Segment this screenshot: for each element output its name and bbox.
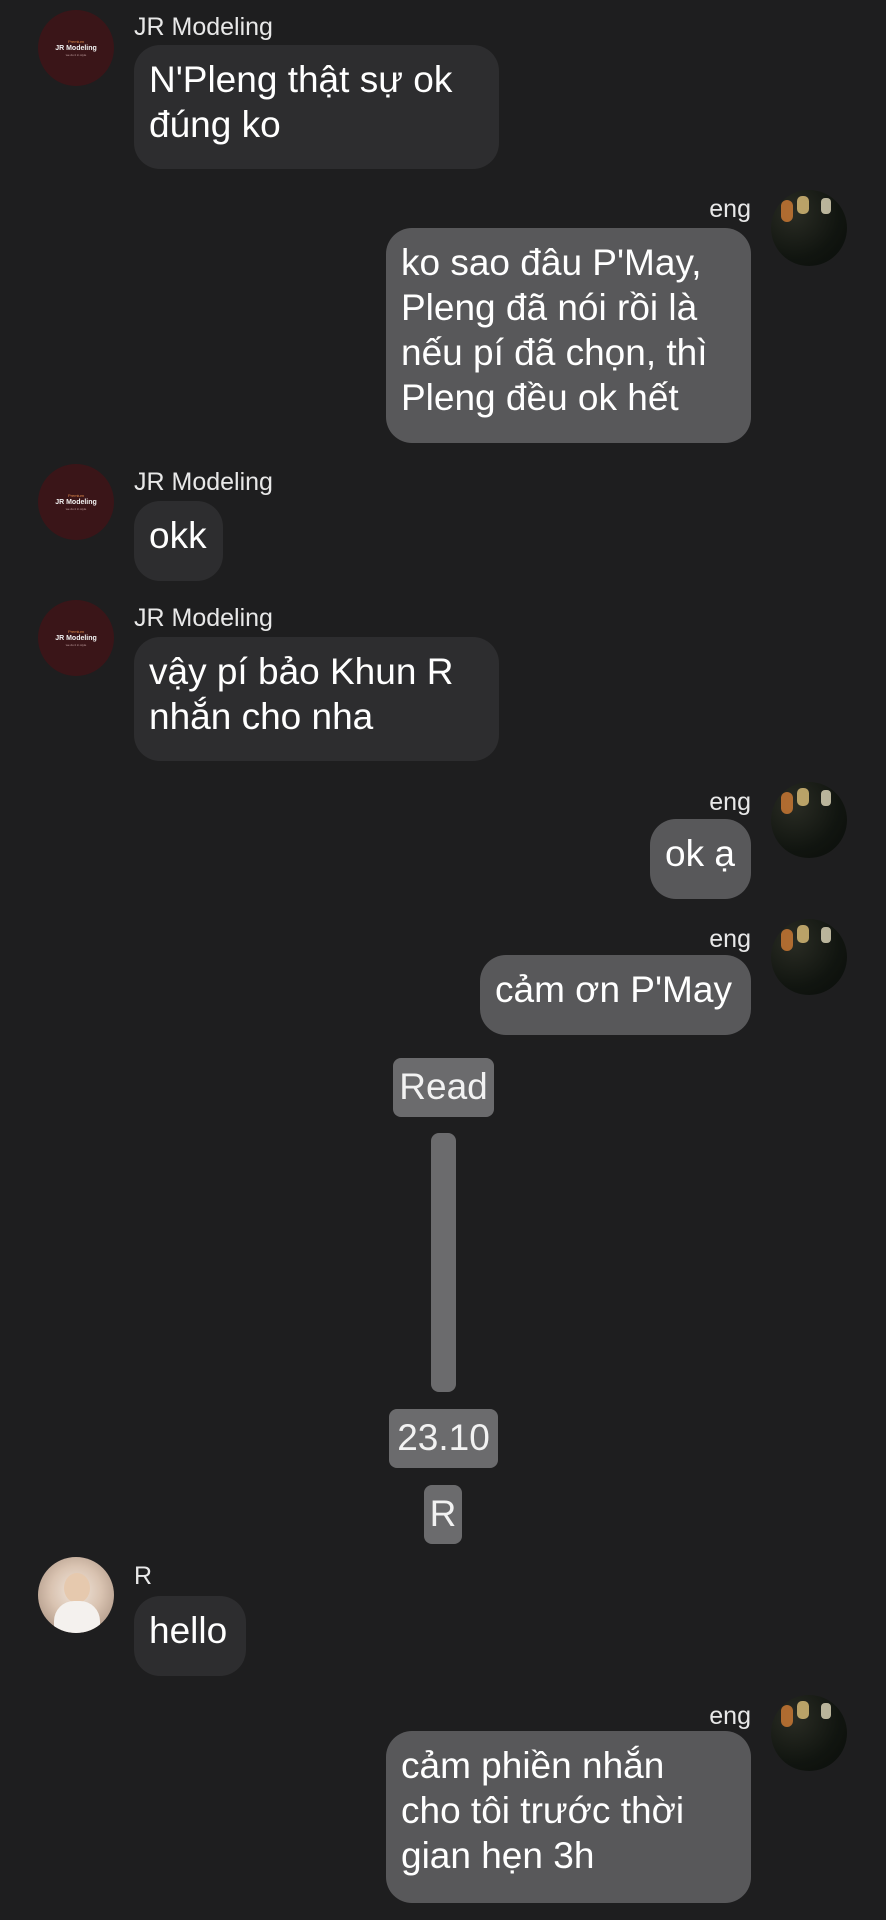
- message-line: Pleng đã nói rồi là: [401, 287, 698, 328]
- name-tag: R: [424, 1485, 462, 1544]
- message-bubble-incoming[interactable]: okk: [134, 501, 223, 581]
- message-line: cảm ơn P'May: [495, 969, 732, 1010]
- r-avatar[interactable]: [38, 1557, 114, 1633]
- avatar-logo-brand: JR Modeling: [55, 634, 97, 642]
- message-line: hello: [149, 1610, 228, 1651]
- read-receipt-bar: [431, 1133, 456, 1392]
- jr-modeling-avatar[interactable]: Premium JR Modeling we do it in style: [38, 10, 114, 86]
- eng-avatar[interactable]: [771, 190, 847, 266]
- message-bubble-outgoing[interactable]: ko sao đâu P'May, Pleng đã nói rồi là nế…: [386, 228, 751, 443]
- message-bubble-incoming[interactable]: vậy pí bảo Khun R nhắn cho nha: [134, 637, 499, 761]
- sender-name: JR Modeling: [134, 468, 273, 496]
- read-receipt-label: Read: [393, 1058, 494, 1117]
- sender-name: eng: [709, 195, 751, 223]
- sender-name: eng: [709, 925, 751, 953]
- message-line: gian hẹn 3h: [401, 1835, 595, 1876]
- sender-name: eng: [709, 1702, 751, 1730]
- message-bubble-outgoing[interactable]: ok ạ: [650, 819, 751, 899]
- sender-name: eng: [709, 788, 751, 816]
- message-line: cảm phiền nhắn: [401, 1745, 665, 1786]
- avatar-logo-subline: we do it in style: [65, 642, 87, 647]
- avatar-logo-brand: JR Modeling: [55, 44, 97, 52]
- jr-modeling-avatar[interactable]: Premium JR Modeling we do it in style: [38, 600, 114, 676]
- avatar-logo-brand: JR Modeling: [55, 498, 97, 506]
- message-bubble-incoming[interactable]: hello: [134, 1596, 246, 1676]
- message-line: nếu pí đã chọn, thì: [401, 332, 708, 373]
- message-line: vậy pí bảo Khun R: [149, 651, 454, 692]
- message-line: N'Pleng thật sự ok: [149, 59, 453, 100]
- avatar-logo-subline: we do it in style: [65, 506, 87, 511]
- sender-name: JR Modeling: [134, 604, 273, 632]
- jr-modeling-avatar[interactable]: Premium JR Modeling we do it in style: [38, 464, 114, 540]
- message-line: cho tôi trước thời: [401, 1790, 685, 1831]
- message-bubble-outgoing[interactable]: cảm phiền nhắn cho tôi trước thời gian h…: [386, 1731, 751, 1903]
- sender-name: R: [134, 1562, 153, 1590]
- date-label: 23.10: [389, 1409, 498, 1468]
- eng-avatar[interactable]: [771, 782, 847, 858]
- message-line: Pleng đều ok hết: [401, 377, 679, 418]
- eng-avatar[interactable]: [771, 1695, 847, 1771]
- sender-name: JR Modeling: [134, 13, 273, 41]
- eng-avatar[interactable]: [771, 919, 847, 995]
- message-line: đúng ko: [149, 104, 281, 145]
- avatar-logo-subline: we do it in style: [65, 52, 87, 57]
- message-line: ok ạ: [665, 833, 735, 874]
- message-line: ko sao đâu P'May,: [401, 242, 702, 283]
- message-line: okk: [149, 515, 207, 556]
- message-bubble-incoming[interactable]: N'Pleng thật sự ok đúng ko: [134, 45, 499, 169]
- message-bubble-outgoing[interactable]: cảm ơn P'May: [480, 955, 751, 1035]
- message-line: nhắn cho nha: [149, 696, 374, 737]
